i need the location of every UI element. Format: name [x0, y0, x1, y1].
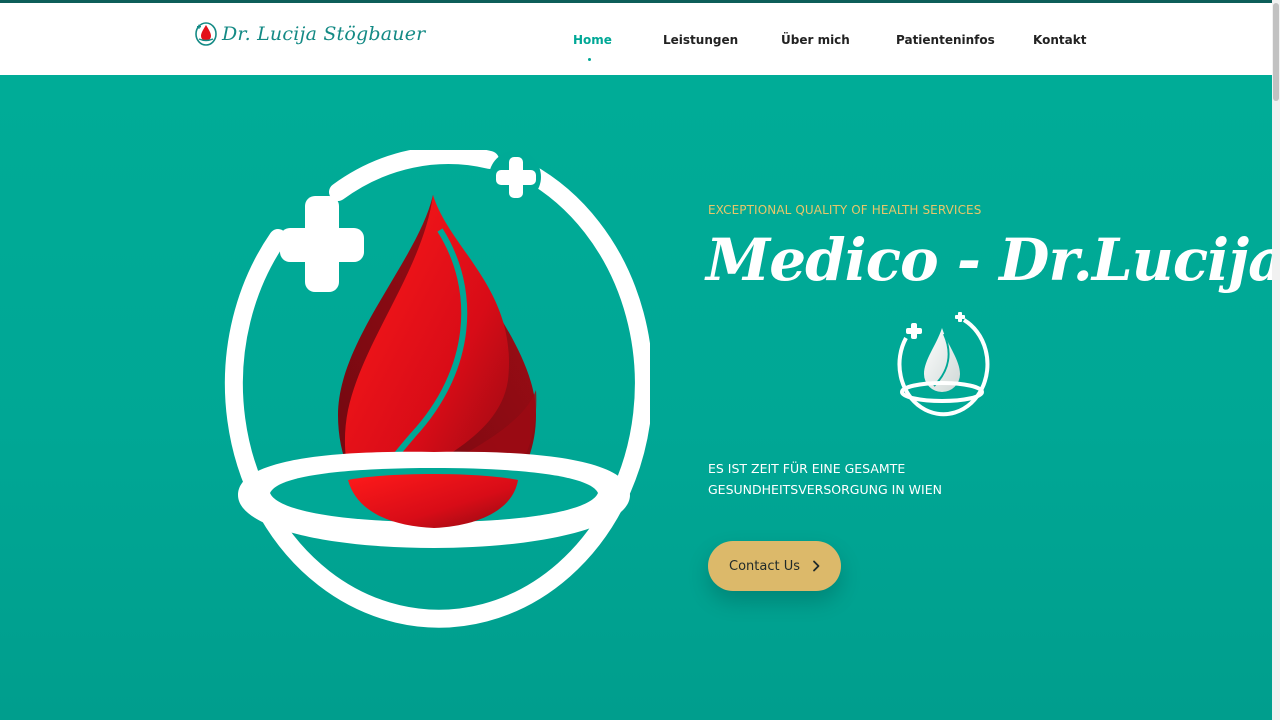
- white-drop-emblem-icon: [897, 312, 990, 417]
- active-nav-indicator: [588, 58, 591, 61]
- nav-item-ueber-mich[interactable]: Über mich: [781, 33, 850, 47]
- blood-drop-logo-icon: [195, 22, 217, 46]
- scrollbar-thumb[interactable]: [1273, 3, 1279, 101]
- hero-eyebrow: EXCEPTIONAL QUALITY OF HEALTH SERVICES: [708, 203, 982, 217]
- nav-item-home[interactable]: Home: [573, 33, 612, 47]
- chevron-right-icon: [813, 560, 820, 572]
- contact-us-button[interactable]: Contact Us: [708, 541, 841, 591]
- hero-subtitle: ES IST ZEIT FÜR EINE GESAMTE GESUNDHEITS…: [708, 461, 942, 497]
- page-scrollbar[interactable]: [1272, 0, 1280, 720]
- brand-name: Dr. Lucija Stögbauer: [222, 23, 426, 45]
- brand-logo[interactable]: Dr. Lucija Stögbauer: [194, 21, 425, 47]
- nav-item-patienteninfos[interactable]: Patienteninfos: [896, 33, 995, 47]
- site-header: Dr. Lucija Stögbauer Home Leistungen Übe…: [0, 3, 1272, 75]
- nav-item-kontakt[interactable]: Kontakt: [1033, 33, 1086, 47]
- nav-item-leistungen[interactable]: Leistungen: [663, 33, 738, 47]
- contact-us-label: Contact Us: [729, 558, 800, 574]
- hero-title: Medico - Dr.Lucija: [706, 226, 1280, 294]
- blood-drop-medical-emblem-icon: [224, 150, 650, 628]
